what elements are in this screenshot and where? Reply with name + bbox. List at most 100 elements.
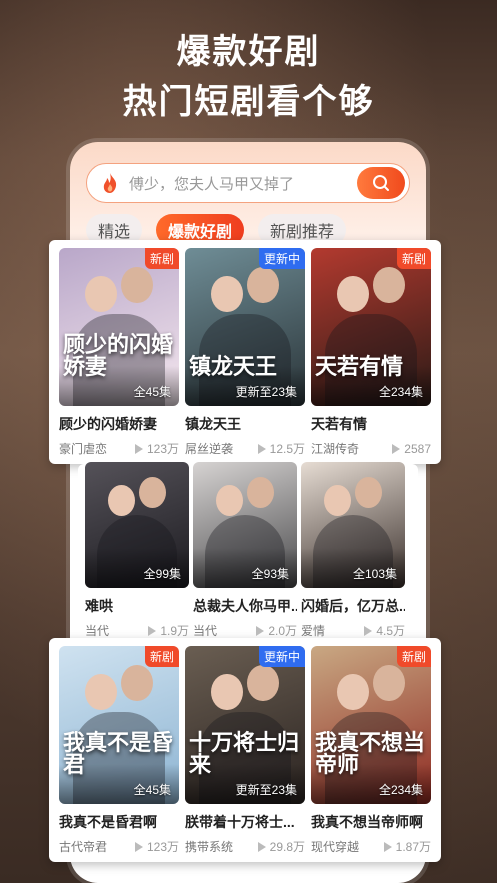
drama-meta: 当代 1.9万 — [85, 622, 189, 639]
actor-figure — [85, 674, 117, 711]
drama-meta: 当代 2.0万 — [193, 622, 297, 639]
genre-tag: 当代 — [85, 624, 110, 638]
poster-title: 天若有情 — [315, 354, 404, 379]
drama-title[interactable]: 难哄 — [85, 596, 189, 616]
poster-title: 我真不是昏君 — [63, 730, 174, 777]
episode-count: 全99集 — [143, 567, 181, 581]
actor-figure — [355, 477, 383, 509]
play-icon — [392, 443, 401, 454]
view-count: 1.87万 — [395, 840, 431, 854]
actor-figure — [337, 674, 369, 711]
episode-count: 全103集 — [352, 567, 397, 581]
poster-title: 十万将士归来 — [189, 730, 300, 777]
drama-card[interactable]: 全99集难哄当代 1.9万 — [85, 462, 189, 639]
actor-figure — [121, 266, 153, 303]
status-badge: 更新中 — [258, 646, 305, 667]
drama-title[interactable]: 闪婚后，亿万总... — [301, 596, 405, 616]
drama-card[interactable]: 顾少的闪婚娇妻 全45集 新剧 顾少的闪婚娇妻 豪门虐恋 123万 — [59, 248, 179, 457]
view-count: 4.5万 — [376, 624, 405, 638]
drama-card[interactable]: 镇龙天王 更新至23集 更新中 镇龙天王 屌丝逆袭 12.5万 — [185, 248, 305, 457]
headline-subtitle: 热门短剧看个够 — [122, 83, 375, 121]
search-icon — [373, 175, 389, 191]
drama-card[interactable]: 我真不是昏君全45集 新剧我真不是昏君啊古代帝君 123万 — [59, 646, 179, 855]
view-count: 12.5万 — [269, 442, 305, 456]
episode-count: 全93集 — [251, 567, 289, 581]
drama-poster[interactable]: 天若有情 全234集 新剧 — [311, 248, 431, 406]
view-count: 123万 — [146, 840, 179, 854]
actor-figure — [373, 664, 405, 701]
search-button[interactable] — [357, 167, 405, 199]
actor-figure — [247, 477, 275, 509]
poster-title: 顾少的闪婚娇妻 — [63, 332, 174, 379]
play-icon — [148, 625, 157, 636]
search-bar[interactable]: 傅少，您夫人马甲又掉了 — [86, 163, 410, 203]
actor-figure — [121, 664, 153, 701]
drama-card[interactable]: 全103集闪婚后，亿万总... 爱情 4.5万 — [301, 462, 405, 639]
drama-poster[interactable]: 顾少的闪婚娇妻全45集 新剧 — [59, 248, 179, 406]
headline-title: 爆款好剧 — [176, 33, 321, 71]
episode-count: 全45集 — [133, 783, 171, 797]
drama-poster[interactable]: 镇龙天王 更新至23集 更新中 — [185, 248, 305, 406]
drama-poster[interactable]: 我真不想当帝师全234集 新剧 — [311, 646, 431, 804]
genre-tag: 携带系统 — [185, 840, 234, 854]
drama-title[interactable]: 天若有情 — [311, 414, 431, 434]
episode-count: 全234集 — [378, 783, 423, 797]
drama-title[interactable]: 朕带着十万将士... — [185, 812, 305, 832]
status-badge: 新剧 — [396, 646, 431, 667]
drama-poster[interactable]: 全99集 — [85, 462, 189, 588]
drama-title[interactable]: 我真不是昏君啊 — [59, 812, 179, 832]
actor-figure — [215, 484, 243, 516]
play-icon — [257, 841, 266, 852]
drama-meta: 屌丝逆袭 12.5万 — [185, 440, 305, 457]
play-icon — [256, 625, 265, 636]
view-count: 29.8万 — [269, 840, 305, 854]
actor-figure — [247, 266, 279, 303]
drama-meta: 爱情 4.5万 — [301, 622, 405, 639]
play-icon — [257, 443, 266, 454]
episode-count: 全45集 — [133, 385, 171, 399]
drama-meta: 豪门虐恋 123万 — [59, 440, 179, 457]
actor-figure — [247, 664, 279, 701]
poster-title: 我真不想当帝师 — [315, 730, 426, 777]
view-count: 2.0万 — [268, 624, 297, 638]
flame-icon — [103, 173, 117, 193]
play-icon — [134, 841, 143, 852]
drama-poster[interactable]: 全93集 — [193, 462, 297, 588]
drama-poster[interactable]: 全103集 — [301, 462, 405, 588]
drama-meta: 现代穿越 1.87万 — [311, 838, 431, 855]
genre-tag: 古代帝君 — [59, 840, 108, 854]
drama-meta: 携带系统 29.8万 — [185, 838, 305, 855]
view-count: 2587 — [404, 441, 431, 456]
genre-tag: 现代穿越 — [311, 840, 360, 854]
drama-title[interactable]: 我真不想当帝师啊 — [311, 812, 431, 832]
view-count: 123万 — [146, 442, 179, 456]
drama-card[interactable]: 天若有情 全234集 新剧 天若有情 江湖传奇 2587 — [311, 248, 431, 457]
drama-poster[interactable]: 十万将士归来 更新至23集 更新中 — [185, 646, 305, 804]
view-count: 1.9万 — [160, 624, 189, 638]
episode-count: 更新至23集 — [235, 385, 297, 399]
genre-tag: 屌丝逆袭 — [185, 442, 234, 456]
status-badge: 新剧 — [144, 646, 179, 667]
genre-tag: 爱情 — [301, 624, 326, 638]
actor-figure — [107, 484, 135, 516]
actor-figure — [373, 266, 405, 303]
drama-card[interactable]: 我真不想当帝师全234集 新剧我真不想当帝师啊现代穿越 1.87万 — [311, 646, 431, 855]
play-icon — [134, 443, 143, 454]
drama-meta: 江湖传奇 2587 — [311, 440, 431, 457]
drama-title[interactable]: 顾少的闪婚娇妻 — [59, 414, 179, 434]
actor-figure — [139, 477, 167, 509]
poster-title: 镇龙天王 — [189, 354, 278, 379]
play-icon — [364, 625, 373, 636]
drama-card[interactable]: 十万将士归来 更新至23集 更新中朕带着十万将士... 携带系统 29.8万 — [185, 646, 305, 855]
drama-title[interactable]: 镇龙天王 — [185, 414, 305, 434]
drama-card[interactable]: 全93集总裁夫人你马甲... 当代 2.0万 — [193, 462, 297, 639]
actor-figure — [337, 276, 369, 313]
actor-figure — [85, 276, 117, 313]
drama-title[interactable]: 总裁夫人你马甲... — [193, 596, 297, 616]
search-input[interactable]: 傅少，您夫人马甲又掉了 — [129, 173, 357, 194]
genre-tag: 当代 — [193, 624, 218, 638]
status-badge: 新剧 — [144, 248, 179, 269]
drama-poster[interactable]: 我真不是昏君全45集 新剧 — [59, 646, 179, 804]
drama-meta: 古代帝君 123万 — [59, 838, 179, 855]
actor-figure — [323, 484, 351, 516]
